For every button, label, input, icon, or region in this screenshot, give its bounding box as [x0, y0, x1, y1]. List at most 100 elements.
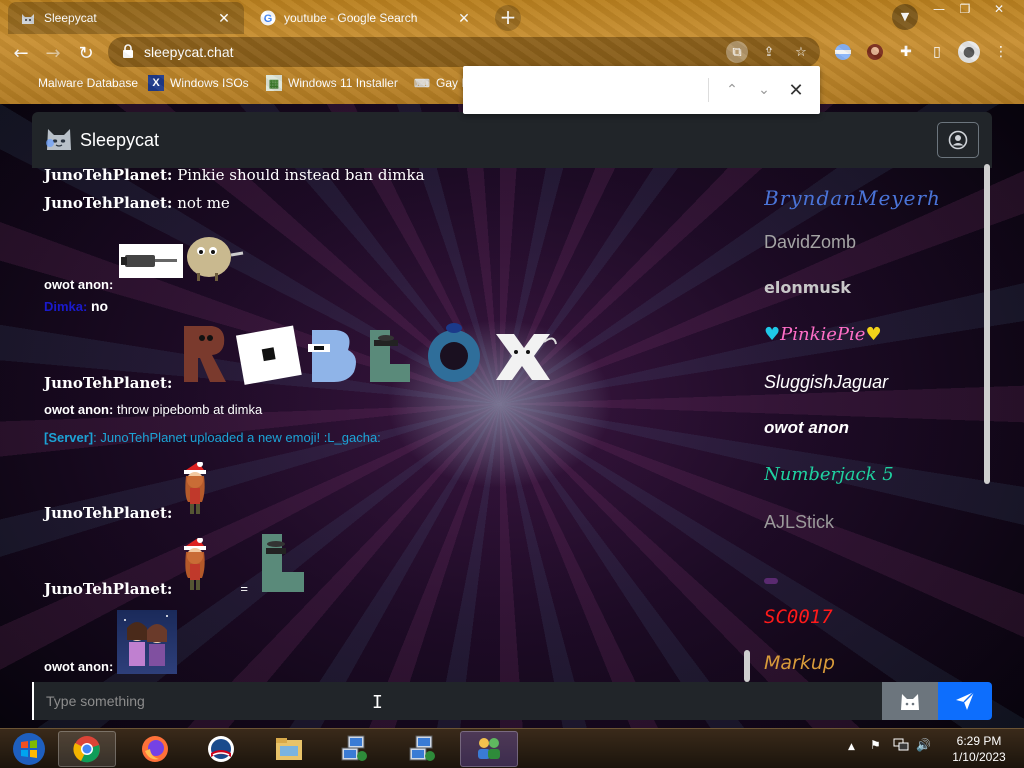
user-item[interactable]: SluggishJaguar	[764, 372, 888, 393]
back-icon[interactable]: ←	[8, 40, 34, 66]
message-input[interactable]	[32, 682, 882, 720]
find-close-icon[interactable]: ✕	[784, 78, 808, 102]
taskbar: ▲ ⚑ 🔊 6:29 PM 1/10/2023	[0, 728, 1024, 768]
user-name: BryndanMeyerh	[764, 186, 941, 210]
user-name: DavidZomb	[764, 232, 857, 252]
bookmark-star-icon[interactable]: ☆	[790, 41, 812, 63]
network-computer-icon[interactable]	[326, 731, 384, 767]
address-bar[interactable]: sleepycat.chat ⧉ ⇪ ☆	[108, 37, 820, 67]
message-username[interactable]: owot anon:	[44, 659, 113, 674]
chrome-icon[interactable]	[58, 731, 116, 767]
find-previous-icon[interactable]: ⌃	[720, 78, 744, 102]
server-message: [Server]: JunoTehPlanet uploaded a new e…	[44, 430, 381, 445]
user-item[interactable]: AJLStick	[764, 512, 834, 533]
message: owot anon:	[44, 236, 247, 292]
message: Dimka: no	[44, 298, 108, 314]
lock-icon[interactable]	[122, 43, 134, 61]
user-name: Numberjack 5	[764, 464, 894, 485]
copy-icon[interactable]: ⧉	[726, 41, 748, 63]
potato-emoji	[183, 233, 247, 286]
message-username[interactable]: JunoTehPlanet:	[44, 194, 172, 212]
message-username[interactable]: owot anon:	[44, 277, 113, 292]
tab-sleepycat[interactable]: Sleepycat ✕	[8, 2, 244, 34]
send-button[interactable]	[938, 682, 992, 720]
roblox-letter-emojis	[178, 320, 558, 390]
bookmark-malware-database[interactable]: Malware Database	[16, 75, 138, 91]
extension-avatar-icon[interactable]	[864, 41, 886, 63]
message-text: not me	[177, 194, 230, 212]
heart-icon: ♥	[764, 324, 781, 345]
message: owot anon:	[44, 606, 177, 674]
url-text: sleepycat.chat	[144, 44, 234, 60]
network-computer-icon[interactable]	[394, 731, 452, 767]
user-name: owot anon	[764, 418, 849, 437]
obama-icon[interactable]	[192, 731, 250, 767]
share-icon[interactable]: ⇪	[758, 41, 780, 63]
extension-flag-icon[interactable]	[832, 41, 854, 63]
new-tab-button[interactable]: +	[495, 5, 521, 31]
gacha-emoji	[178, 537, 212, 594]
image-icon: ▦	[266, 75, 282, 91]
bookmark-windows11-installer[interactable]: ▦ Windows 11 Installer	[266, 75, 398, 91]
file-explorer-icon[interactable]	[260, 731, 318, 767]
tab-title: youtube - Google Search	[284, 11, 418, 25]
flag-icon[interactable]: ⚑	[870, 738, 881, 752]
message: JunoTehPlanet: not me	[44, 194, 230, 212]
user-name: SC0017	[764, 606, 833, 628]
user-item[interactable]: BryndanMeyerh	[764, 186, 941, 210]
close-icon[interactable]: ✕	[456, 10, 472, 26]
message: JunoTehPlanet: Pinkie should instead ban…	[44, 166, 425, 184]
bookmark-windows-isos[interactable]: X Windows ISOs	[148, 75, 249, 91]
message-list: JunoTehPlanet: Pinkie should instead ban…	[44, 166, 744, 686]
account-button[interactable]	[937, 122, 979, 158]
user-item[interactable]	[764, 568, 778, 589]
find-bar: ⌃ ⌄ ✕	[463, 66, 820, 114]
clock[interactable]: 6:29 PM 1/10/2023	[944, 733, 1014, 765]
extensions-puzzle-icon[interactable]: ✚	[895, 41, 917, 63]
tab-youtube-search[interactable]: G youtube - Google Search ✕	[248, 2, 484, 34]
clock-time: 6:29 PM	[956, 734, 1002, 748]
find-input[interactable]	[475, 78, 700, 102]
user-list: BryndanMeyerh DavidZomb elonmusk ♥Pinkie…	[764, 176, 979, 686]
user-item[interactable]: DavidZomb	[764, 232, 856, 253]
clock-date: 1/10/2023	[952, 750, 1006, 764]
message-username[interactable]: owot anon:	[44, 402, 113, 417]
menu-kebab-icon[interactable]: ⋮	[990, 41, 1012, 63]
firefox-icon[interactable]	[126, 731, 184, 767]
window-close-icon[interactable]: ✕	[982, 0, 1016, 20]
cat-icon	[901, 694, 919, 710]
side-panel-icon[interactable]: ▯	[926, 41, 948, 63]
reload-icon[interactable]: ↻	[73, 40, 99, 66]
user-item[interactable]: Markup	[764, 652, 835, 674]
message-username[interactable]: JunoTehPlanet:	[44, 580, 172, 598]
message-username[interactable]: JunoTehPlanet:	[44, 166, 172, 184]
message-username[interactable]: Dimka:	[44, 299, 87, 314]
bookmark-gay[interactable]: ⌨ Gay I	[414, 75, 465, 91]
message-username[interactable]: JunoTehPlanet:	[44, 504, 172, 522]
user-item[interactable]: Numberjack 5	[764, 464, 894, 485]
user-item[interactable]: ♥PinkiePie♥	[764, 324, 882, 345]
restore-icon[interactable]: ❐	[948, 0, 982, 20]
windows-start-icon[interactable]	[0, 731, 58, 767]
network-users-icon[interactable]	[460, 731, 518, 767]
user-list-scrollbar[interactable]	[984, 164, 990, 484]
close-icon[interactable]: ✕	[216, 10, 232, 26]
message-username[interactable]: JunoTehPlanet:	[44, 374, 172, 392]
globe-icon	[16, 75, 32, 91]
user-item[interactable]: elonmusk	[764, 278, 851, 297]
tab-search-icon[interactable]: ▼	[892, 4, 918, 30]
network-tray-icon[interactable]	[893, 738, 909, 755]
user-item[interactable]: SC0017	[764, 606, 833, 628]
svg-text:G: G	[264, 13, 273, 25]
volume-icon[interactable]: 🔊	[916, 738, 931, 752]
user-item[interactable]: owot anon	[764, 418, 849, 438]
emoji-button[interactable]	[882, 682, 938, 720]
message-text: no	[90, 298, 109, 314]
brand-title[interactable]: Sleepycat	[80, 130, 159, 151]
find-next-icon[interactable]: ⌄	[752, 78, 776, 102]
tray-expand-icon[interactable]: ▲	[848, 742, 855, 752]
forward-icon[interactable]: →	[40, 40, 66, 66]
profile-icon[interactable]: ●	[958, 41, 980, 63]
l-emoji	[258, 532, 308, 600]
message-scrollbar[interactable]	[744, 650, 750, 682]
